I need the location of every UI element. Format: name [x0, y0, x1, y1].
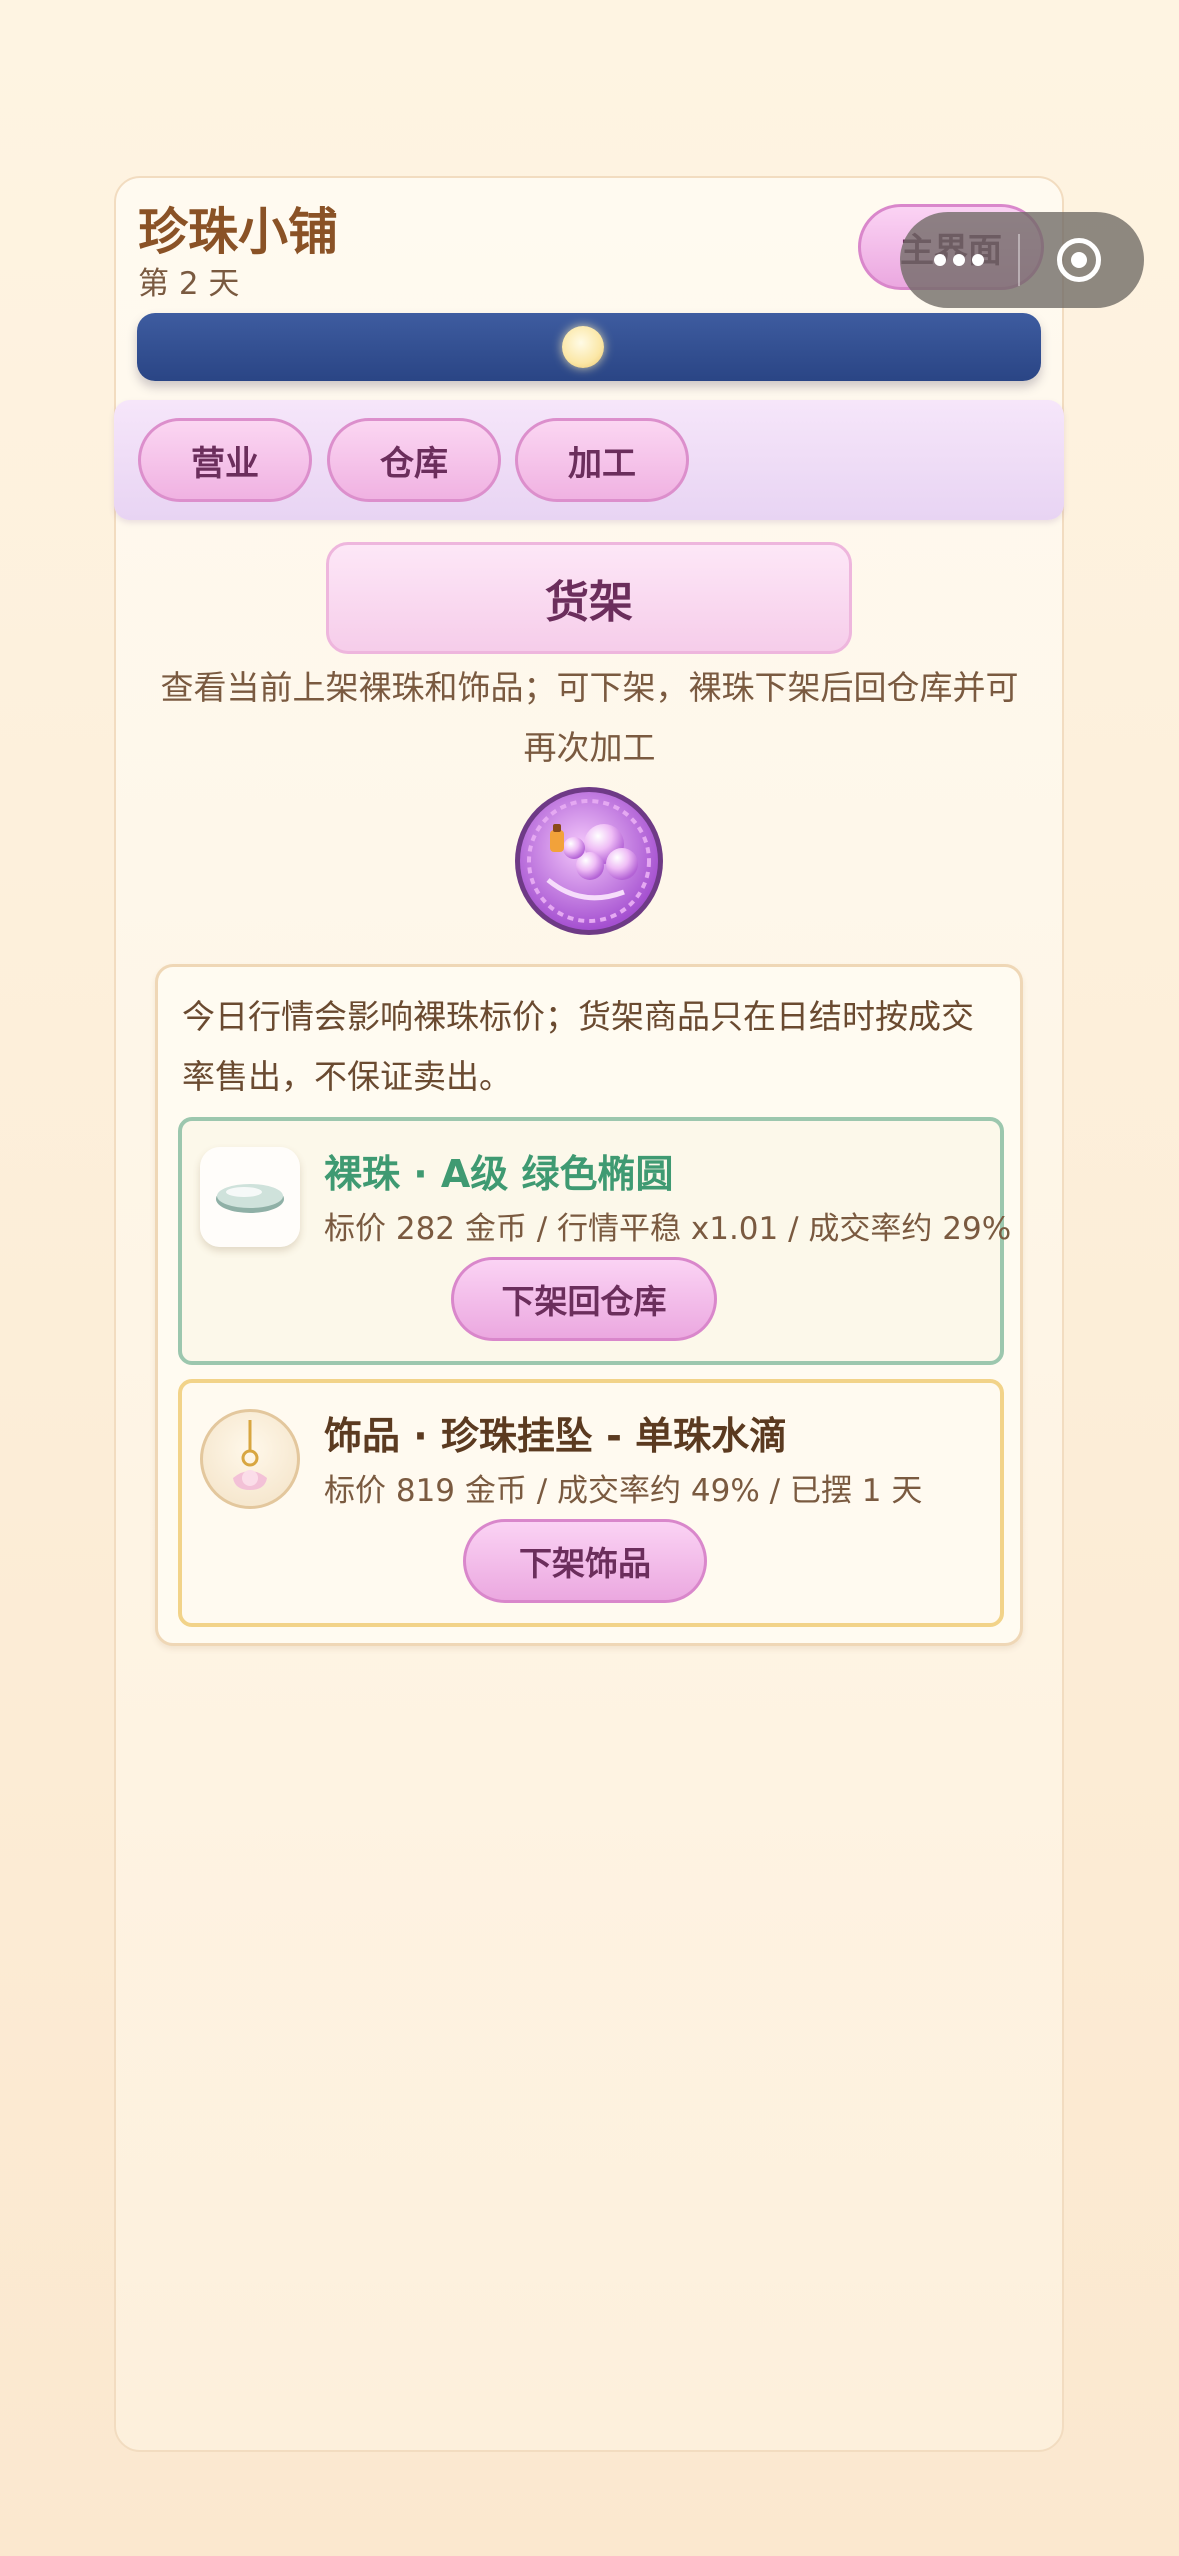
- day-label: 第 2 天: [138, 266, 240, 302]
- tab-processing[interactable]: 加工: [515, 418, 689, 502]
- item-title: 裸珠 · A级 绿色椭圆: [324, 1152, 674, 1196]
- more-menu-icon[interactable]: [900, 254, 1018, 266]
- tab-business[interactable]: 营业: [138, 418, 312, 502]
- pendant-icon: [233, 1420, 267, 1490]
- day-progress-bar: [137, 313, 1041, 381]
- close-miniprogram-icon[interactable]: [1020, 238, 1138, 282]
- item-subtitle: 标价 819 金币 / 成交率约 49% / 已摆 1 天: [324, 1473, 923, 1509]
- pendant-thumbnail: [200, 1409, 300, 1509]
- market-info-text: 今日行情会影响裸珠标价；货架商品只在日结时按成交率售出，不保证卖出。: [182, 997, 974, 1096]
- item-title: 饰品 · 珍珠挂坠 - 单珠水滴: [324, 1414, 788, 1458]
- miniprogram-capsule: [900, 212, 1144, 308]
- shelf-description: 查看当前上架裸珠和饰品；可下架，裸珠下架后回仓库并可再次加工: [160, 668, 1019, 767]
- sun-icon: [562, 326, 604, 368]
- shelf-item-loose-pearl: 裸珠 · A级 绿色椭圆 标价 282 金币 / 行情平稳 x1.01 / 成交…: [178, 1117, 1011, 1365]
- unshelf-to-warehouse-button[interactable]: 下架回仓库: [451, 1257, 717, 1341]
- shelf-item-jewelry: 饰品 · 珍珠挂坠 - 单珠水滴 标价 819 金币 / 成交率约 49% / …: [178, 1379, 1004, 1627]
- shelf-info-card: 今日行情会影响裸珠标价；货架商品只在日结时按成交率售出，不保证卖出。 裸珠 · …: [155, 964, 1023, 1646]
- tab-warehouse[interactable]: 仓库: [327, 418, 501, 502]
- pearl-shop-emblem-icon: [515, 787, 663, 935]
- shelf-section-button[interactable]: 货架: [326, 542, 852, 654]
- oval-pearl-icon: [200, 1147, 300, 1247]
- item-subtitle: 标价 282 金币 / 行情平稳 x1.01 / 成交率约 29%: [324, 1211, 1012, 1247]
- unshelf-jewelry-button[interactable]: 下架饰品: [463, 1519, 707, 1603]
- tab-bar: 营业 仓库 加工: [114, 400, 1064, 520]
- shop-title: 珍珠小铺: [138, 203, 338, 261]
